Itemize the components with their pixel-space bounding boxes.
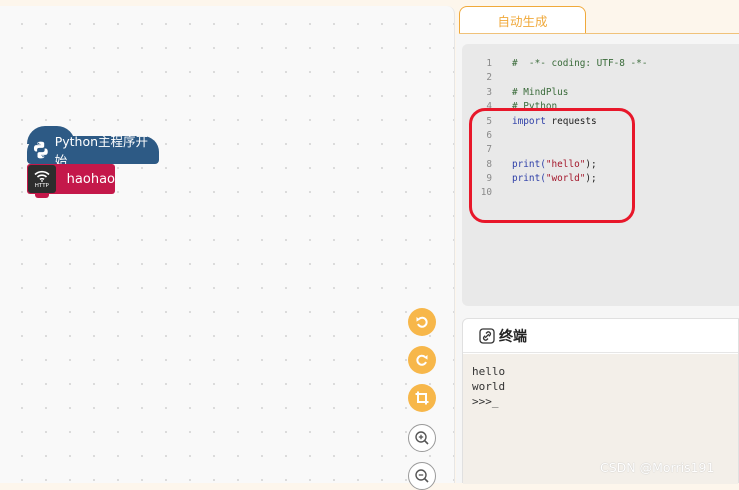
tab-auto-generate[interactable]: 自动生成	[459, 6, 586, 34]
code-text: # MindPlus	[512, 86, 569, 98]
code-text: # -*- coding: UTF-8 -*-	[512, 57, 648, 69]
tab-label: 自动生成	[497, 14, 548, 29]
terminal-header: 终端	[463, 319, 738, 353]
redo-button[interactable]	[408, 346, 436, 374]
link-icon	[479, 327, 495, 344]
block-workspace[interactable]: Python主程序开始 HTTP haohao	[0, 6, 455, 490]
line-number: 2	[486, 71, 492, 83]
undo-button[interactable]	[408, 308, 436, 336]
terminal-title: 终端	[499, 328, 527, 345]
undo-icon	[416, 316, 428, 328]
http-block[interactable]: HTTP haohao	[27, 164, 115, 198]
zoom-in-button[interactable]	[408, 424, 436, 452]
terminal-line: hello	[472, 365, 506, 378]
red-highlight-annotation	[469, 108, 635, 223]
block-notch	[35, 193, 49, 198]
terminal-panel[interactable]: 终端 hello world >>>_	[462, 318, 739, 484]
zoom-out-icon	[415, 469, 429, 483]
crop-icon	[415, 391, 429, 405]
python-main-start-block[interactable]: Python主程序开始	[27, 126, 159, 168]
crop-button[interactable]	[408, 384, 436, 412]
tab-underline	[459, 33, 739, 34]
zoom-out-button[interactable]	[408, 462, 436, 490]
terminal-line: world	[472, 380, 506, 393]
line-number: 1	[486, 57, 492, 69]
python-icon	[33, 141, 48, 159]
http-block-label: haohao	[66, 171, 115, 187]
code-line: 2	[462, 70, 512, 84]
terminal-prompt: >>>_	[472, 395, 499, 408]
http-icon: HTTP	[28, 165, 56, 193]
http-icon-text: HTTP	[34, 182, 49, 189]
zoom-in-icon	[415, 431, 429, 445]
redo-icon	[416, 354, 428, 366]
code-line: 1 # -*- coding: UTF-8 -*-	[462, 56, 647, 70]
code-line: 3 # MindPlus	[462, 85, 568, 99]
line-number: 3	[486, 86, 492, 98]
watermark: CSDN @Morris191	[600, 460, 715, 475]
wifi-icon	[34, 170, 50, 182]
